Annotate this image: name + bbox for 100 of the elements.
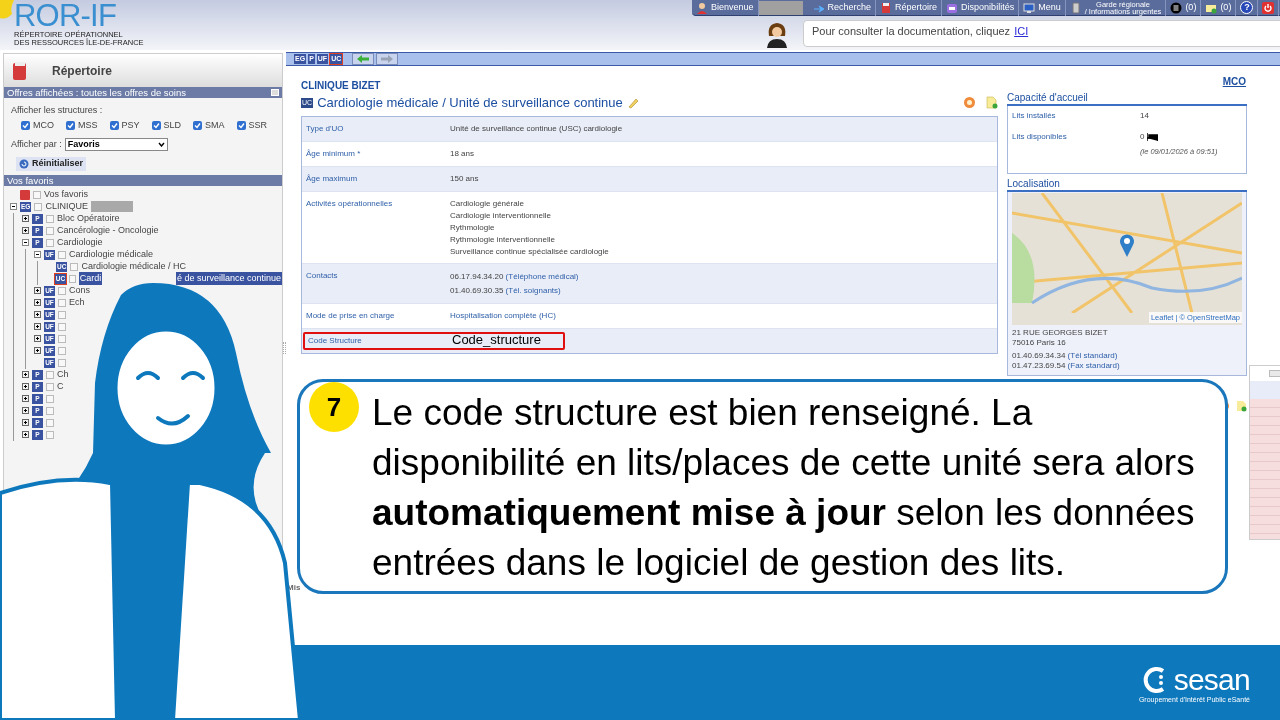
field-label: Âge minimum * [306, 147, 362, 160]
tree-item[interactable]: Cons [69, 283, 90, 298]
field-label: Code Structure [308, 334, 363, 347]
book-icon [880, 1, 893, 14]
checkbox-label: SMA [205, 118, 225, 132]
toolbar-button[interactable]: Disponibilités [942, 0, 1020, 16]
field-value: Rythmologie interventionnelle [450, 233, 556, 245]
panel-title: Répertoire [52, 62, 113, 80]
toolbar-button[interactable]: Menu [1019, 0, 1066, 16]
expand-icon[interactable] [22, 431, 29, 438]
collapse-icon[interactable] [10, 203, 17, 210]
logo-title: ROR-IF [14, 0, 117, 31]
field-value: 0 [1140, 131, 1145, 143]
tree-item[interactable]: C [57, 379, 64, 394]
tree-item[interactable]: Cardi [78, 271, 103, 286]
field-value: 14 [1140, 110, 1149, 122]
expand-icon[interactable] [22, 407, 29, 414]
field-value: Cardiologie générale [450, 197, 525, 209]
documentation-link[interactable]: ICI [1014, 23, 1029, 46]
callout-text: Le code structure est bien renseigné. La disponibilité en lits/places de cette unité sera alors automatiquement mise à jour selon les données entrées dans le logiciel de gestion des lits. [372, 391, 1196, 585]
expand-icon[interactable] [34, 323, 41, 330]
filter-label: Afficher par : [11, 138, 62, 151]
tree-item[interactable]: Bloc Opératoire [57, 211, 120, 226]
expand-icon[interactable] [22, 383, 29, 390]
calendar-icon [946, 1, 959, 14]
field-value: Surveillance continue spécialisée cardiologie [450, 245, 609, 257]
section-title: Capacité d'accueil [1007, 92, 1247, 106]
contact-phone: 01.47.23.69.54 (Fax standard) [1012, 361, 1121, 371]
expand-icon[interactable] [34, 347, 41, 354]
section-title: Vos favoris [7, 174, 54, 186]
field-label: Âge maximum [306, 172, 359, 185]
book-icon [12, 60, 28, 81]
address-line: 75016 Paris 16 [1012, 338, 1067, 348]
edit-icon[interactable] [626, 96, 639, 109]
checkbox[interactable] [151, 120, 161, 130]
establishment-name: CLINIQUE BIZET [301, 79, 382, 93]
toolbar-button[interactable]: (0) [1201, 0, 1237, 16]
tree-item[interactable]: Vos favoris [44, 187, 89, 202]
checkbox[interactable] [193, 120, 203, 130]
tree-item[interactable]: Cardiologie médicale / HC [81, 259, 186, 274]
domain-link[interactable]: MCO [1222, 74, 1246, 89]
expand-icon[interactable] [34, 299, 41, 306]
field-label: Lits disponibles [1012, 131, 1068, 143]
field-label: Mode de prise en charge [306, 309, 396, 322]
toolbar-button[interactable]: Bienvenue [692, 0, 759, 16]
expand-icon[interactable] [22, 395, 29, 402]
expand-icon[interactable] [34, 335, 41, 342]
toolbar-button[interactable]: Recherche [808, 0, 877, 16]
checkbox-label: MCO [33, 118, 54, 132]
checkbox-label: SLD [163, 118, 182, 132]
brand-name: sesan [1173, 665, 1250, 696]
display-by-select[interactable]: Favoris [64, 138, 168, 152]
field-value: Code_structure [452, 333, 541, 346]
tree-item[interactable]: Cardiologie [57, 235, 103, 250]
contact-phone: 06.17.94.34.20 (Téléphone médical) [450, 270, 579, 283]
add-document-icon[interactable] [1236, 400, 1247, 412]
field-value: Rythmologie [450, 221, 496, 233]
checkbox[interactable] [66, 120, 75, 130]
tree-item[interactable]: é de surveillance continue [175, 271, 282, 286]
help-button[interactable]: ? [1236, 0, 1259, 16]
toolbar-button[interactable]: Répertoire [876, 0, 943, 16]
chevron-icon [157, 142, 165, 148]
documentation-text: Pour consulter la documentation, cliquez [812, 24, 1011, 39]
checkbox[interactable] [109, 120, 119, 130]
tree-item[interactable]: Cardiologie médicale [69, 247, 154, 262]
tree-item[interactable]: Ech [69, 295, 85, 310]
list-icon [1170, 1, 1183, 14]
tree-item[interactable]: Cancérologie - Oncologie [57, 223, 159, 238]
bed-icon [1147, 133, 1159, 141]
section-title: Offres affichées : toutes les offres de soins [7, 87, 186, 98]
expand-icon[interactable] [22, 215, 29, 222]
warning-badge-icon[interactable] [963, 96, 976, 110]
collapse-icon[interactable] [34, 251, 41, 258]
monitor-icon [1023, 1, 1036, 14]
reset-button[interactable]: Réinitialiser [16, 156, 87, 171]
checkbox[interactable] [21, 120, 30, 130]
expand-icon[interactable] [22, 419, 29, 426]
tree-item[interactable]: CLINIQUE [45, 199, 88, 214]
refresh-icon [19, 158, 29, 169]
checkbox-label: SSR [248, 118, 268, 132]
add-document-icon[interactable] [986, 96, 998, 110]
tree-item[interactable]: Ch [57, 367, 69, 382]
field-label: Activités opérationnelles [306, 197, 394, 210]
help-icon: ? [1240, 1, 1254, 14]
checkbox-label: MSS [78, 118, 98, 132]
address-line: 21 RUE GEORGES BIZET [1012, 328, 1109, 338]
expand-icon[interactable] [34, 287, 41, 294]
expand-icon[interactable] [22, 227, 29, 234]
field-value: Hospitalisation complète (HC) [450, 309, 556, 322]
map-pin-icon [1119, 233, 1135, 257]
checkbox[interactable] [236, 120, 246, 130]
expand-icon[interactable] [22, 371, 29, 378]
field-value: 150 ans [450, 172, 479, 184]
collapse-icon[interactable] [22, 239, 29, 246]
expand-icon[interactable] [34, 311, 41, 318]
field-value: Unité de surveillance continue (USC) cardiologie [450, 122, 623, 134]
field-value: Cardiologie interventionnelle [450, 209, 552, 221]
checkbox-label: PSY [121, 118, 140, 132]
toolbar-button[interactable]: (0) [1166, 0, 1202, 16]
field-label: Lits installés [1012, 110, 1057, 122]
